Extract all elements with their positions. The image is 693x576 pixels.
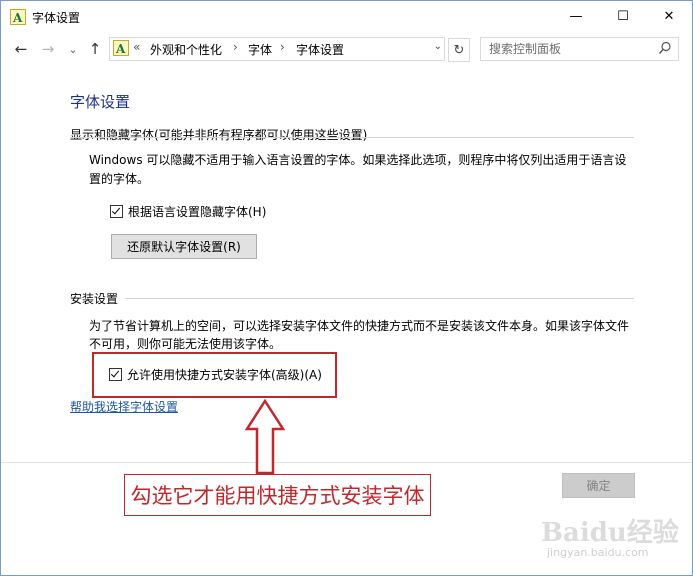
annotation-callout: 勾选它才能用快捷方式安装字体 — [124, 474, 431, 516]
window-title: 字体设置 — [32, 11, 81, 25]
baidu-watermark: Baidu经验 jingyan.baidu.com — [537, 510, 687, 570]
section-divider — [125, 298, 634, 299]
section-divider — [70, 137, 634, 138]
address-bar[interactable]: A « 外观和个性化 › 字体 › 字体设置 ⌄ — [109, 37, 445, 61]
breadcrumb-overflow-icon[interactable]: « — [133, 40, 140, 54]
window-frame: A 字体设置 — ☐ ✕ ← → ⌄ ↑ A « 外观和个性化 › 字体 › 字… — [0, 0, 693, 576]
watermark-url: jingyan.baidu.com — [547, 546, 649, 559]
display-description-line2: 置的字体。 — [89, 172, 150, 186]
ok-button[interactable]: 确定 — [562, 473, 635, 498]
page-title: 字体设置 — [70, 93, 131, 111]
footer-divider — [1, 462, 692, 463]
hide-fonts-checkbox-row[interactable]: 根据语言设置隐藏字体(H) — [110, 203, 266, 220]
refresh-icon[interactable]: ↻ — [448, 38, 470, 62]
address-dropdown-icon[interactable]: ⌄ — [434, 41, 442, 52]
search-box[interactable] — [480, 37, 679, 61]
breadcrumb-fonts[interactable]: 字体 — [248, 41, 272, 58]
breadcrumb-font-settings[interactable]: 字体设置 — [296, 41, 344, 58]
maximize-button[interactable]: ☐ — [600, 1, 646, 32]
search-input[interactable] — [487, 40, 651, 58]
close-button[interactable]: ✕ — [646, 1, 692, 32]
breadcrumb-sep-icon[interactable]: › — [233, 40, 238, 54]
breadcrumb-sep-icon[interactable]: › — [280, 40, 285, 54]
up-arrow-annotation-icon — [245, 399, 285, 475]
install-description-line1: 为了节省计算机上的空间，可以选择安装字体文件的快捷方式而不是安装该文件本身。如果… — [89, 319, 630, 333]
font-app-icon: A — [10, 9, 26, 25]
restore-default-font-settings-button[interactable]: 还原默认字体设置(R) — [111, 234, 257, 259]
svg-text:A: A — [12, 11, 23, 25]
back-arrow-icon[interactable]: ← — [11, 39, 31, 59]
watermark-brand: Baidu经验 — [541, 518, 679, 548]
section-heading-install: 安装设置 — [70, 292, 119, 306]
section-heading-display: 显示和隐藏字体(可能并非所有程序都可以使用这些设置) — [70, 128, 368, 142]
font-folder-icon: A — [113, 40, 129, 56]
help-choose-font-settings-link[interactable]: 帮助我选择字体设置 — [70, 398, 178, 415]
forward-arrow-icon[interactable]: → — [38, 39, 58, 59]
breadcrumb-appearance[interactable]: 外观和个性化 — [150, 41, 222, 58]
display-description-line1: Windows 可以隐藏不适用于输入语言设置的字体。如果选择此选项，则程序中将仅… — [89, 153, 627, 167]
recent-locations-icon[interactable]: ⌄ — [63, 39, 83, 59]
search-icon[interactable] — [658, 41, 672, 55]
hide-fonts-checkbox-label[interactable]: 根据语言设置隐藏字体(H) — [128, 203, 266, 220]
hide-fonts-checkbox[interactable] — [110, 205, 123, 218]
up-arrow-icon[interactable]: ↑ — [85, 39, 105, 59]
highlight-box — [92, 352, 337, 398]
title-bar: A 字体设置 — ☐ ✕ — [1, 1, 692, 33]
svg-text:A: A — [115, 42, 126, 56]
minimize-button[interactable]: — — [553, 1, 599, 32]
